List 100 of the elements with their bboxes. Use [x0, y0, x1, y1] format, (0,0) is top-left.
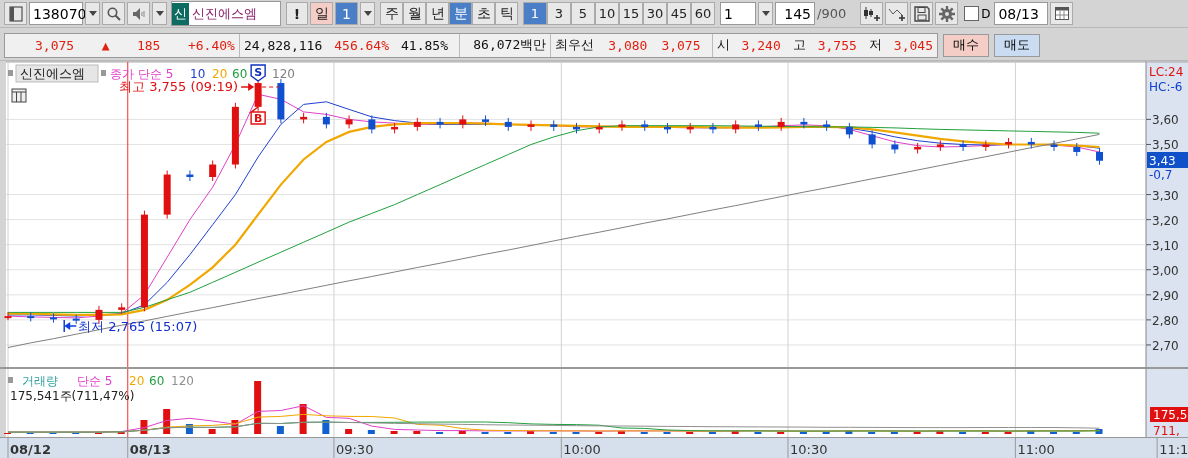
quote-value: 저: [868, 36, 882, 54]
stock-name-field[interactable]: 신 신진에스엠: [171, 1, 281, 26]
volume-tag: 175,5: [1150, 407, 1188, 422]
buy-button[interactable]: 매수: [943, 33, 989, 57]
period-button[interactable]: 년: [426, 2, 449, 25]
legend-label: 20: [129, 374, 145, 388]
speaker-button[interactable]: [127, 2, 150, 25]
square-icon: [8, 70, 13, 76]
quote-value: 3,755: [817, 37, 857, 53]
period-button[interactable]: 주: [380, 2, 403, 25]
dropdown-button[interactable]: [360, 2, 375, 25]
axis-label: 3,60: [1152, 113, 1179, 128]
calendar-button[interactable]: [1050, 2, 1074, 25]
candle: [482, 114, 490, 127]
dropdown-button[interactable]: [758, 2, 773, 25]
candle: [573, 122, 580, 134]
quote-value: 3,075: [35, 37, 75, 53]
legend-label: 60: [149, 374, 165, 388]
settings-button[interactable]: [935, 2, 959, 25]
day-button[interactable]: 일: [310, 2, 333, 25]
date-field[interactable]: 08/13: [994, 2, 1049, 25]
candle: [345, 114, 353, 129]
candle: [754, 119, 762, 132]
dropdown-button[interactable]: [85, 2, 100, 25]
legend-label: 60: [232, 67, 248, 81]
legend-label: 단순 5: [77, 374, 113, 388]
search-icon: [106, 6, 121, 21]
candle: [186, 170, 194, 182]
day-count-button[interactable]: 1: [335, 2, 358, 25]
settings-icon: [938, 5, 955, 22]
axis-label: 11:00: [1017, 442, 1055, 457]
stock-code-field[interactable]: 138070: [29, 2, 83, 25]
axis-label: 2,70: [1152, 338, 1179, 353]
period-button[interactable]: 초: [472, 2, 495, 25]
speaker-icon: [131, 6, 146, 21]
candle: [891, 139, 899, 154]
candle: [368, 114, 376, 134]
candle: [1073, 142, 1081, 157]
period-button[interactable]: 분: [449, 2, 472, 25]
candle: [322, 112, 330, 129]
quote-value: ▲: [101, 37, 110, 53]
square-icon: [8, 377, 13, 383]
candle: [459, 114, 467, 129]
axis-label: 10:00: [563, 442, 601, 457]
sell-button[interactable]: 매도: [994, 33, 1040, 57]
dropdown-button[interactable]: [152, 2, 167, 25]
calendar-icon: [1054, 7, 1069, 20]
candle: [504, 117, 512, 132]
axis-label: -0,7: [1149, 168, 1173, 182]
axis-label: HC:-6: [1149, 80, 1183, 94]
interval-button[interactable]: 5: [571, 2, 595, 25]
axis-label: 711,: [1153, 424, 1180, 437]
candle: [982, 139, 990, 152]
candle: [209, 160, 217, 182]
period-button[interactable]: 월: [403, 2, 426, 25]
axis-label: 09:30: [335, 442, 374, 457]
legend-label: 120: [272, 67, 295, 81]
interval-button[interactable]: 30: [643, 2, 667, 25]
axis-label: 11:1: [1159, 442, 1188, 457]
candle: [300, 112, 308, 124]
candle: [618, 119, 626, 132]
quote-value: 3,075: [661, 37, 701, 53]
candle: [1096, 147, 1103, 166]
quote-value: +6.40%: [187, 37, 235, 53]
caret-icon: [155, 11, 164, 16]
interval-button[interactable]: 45: [667, 2, 691, 25]
period-button[interactable]: 틱: [495, 2, 518, 25]
candle: [72, 314, 80, 325]
candle: [1027, 137, 1035, 149]
interval-button[interactable]: 3: [547, 2, 571, 25]
sell-signal: S: [250, 64, 266, 82]
grid-icon[interactable]: [11, 88, 27, 103]
layout-button[interactable]: [4, 2, 27, 25]
range-field[interactable]: 145: [775, 2, 815, 25]
interval-button[interactable]: 60: [691, 2, 715, 25]
interval-button[interactable]: 15: [619, 2, 643, 25]
candle: [231, 102, 239, 169]
candle: [595, 122, 603, 134]
quote-value: 3,080: [608, 37, 648, 53]
range-total: /900: [817, 6, 847, 21]
interval-button[interactable]: 1: [523, 2, 547, 25]
candle: [959, 139, 967, 152]
candle-plus-icon: [862, 5, 881, 22]
candle: [277, 78, 285, 124]
candle: [868, 129, 876, 149]
candle: [732, 119, 740, 134]
chart-title[interactable]: 신진에스엠: [15, 64, 99, 83]
axis-label: LC:24: [1149, 65, 1184, 79]
add-candle-button[interactable]: [860, 2, 884, 25]
interval-button[interactable]: 10: [595, 2, 619, 25]
quote-value: 최우선: [555, 36, 595, 54]
add-line-button[interactable]: [885, 2, 909, 25]
candle: [686, 122, 694, 134]
checkbox[interactable]: [964, 6, 980, 21]
search-button[interactable]: [102, 2, 125, 25]
save-button[interactable]: [910, 2, 934, 25]
axis-label: 3,10: [1152, 238, 1179, 253]
count-field[interactable]: 1: [720, 2, 756, 25]
alert-button[interactable]: !: [286, 2, 308, 25]
candle: [641, 119, 649, 132]
